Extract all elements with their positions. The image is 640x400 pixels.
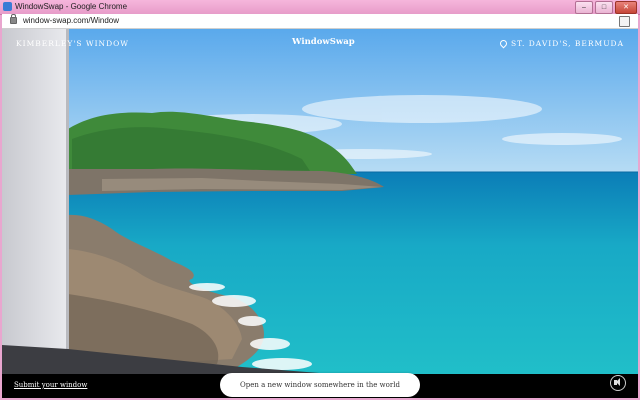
- site-favicon-icon: [3, 2, 12, 11]
- page-viewport: KIMBERLEY'S WINDOW WindowSwap ST. DAVID'…: [2, 29, 638, 398]
- browser-titlebar: WindowSwap - Google Chrome – □ ✕: [0, 0, 640, 15]
- close-button[interactable]: ✕: [615, 1, 637, 14]
- location-text: ST. DAVID'S, BERMUDA: [510, 39, 624, 48]
- location-label: ST. DAVID'S, BERMUDA: [498, 38, 624, 49]
- map-pin-icon: [498, 38, 509, 49]
- lock-icon: [10, 14, 17, 24]
- window-controls: – □ ✕: [575, 1, 637, 14]
- minimize-button[interactable]: –: [575, 1, 593, 14]
- brand-logo[interactable]: WindowSwap: [292, 37, 355, 47]
- top-nav: KIMBERLEY'S WINDOW WindowSwap ST. DAVID'…: [2, 29, 638, 57]
- extension-icon[interactable]: [619, 16, 630, 27]
- url-text[interactable]: window-swap.com/Window: [23, 15, 119, 27]
- open-new-window-button[interactable]: Open a new window somewhere in the world: [220, 373, 420, 397]
- maximize-button[interactable]: □: [595, 1, 613, 14]
- window-owner-label: KIMBERLEY'S WINDOW: [16, 39, 129, 48]
- submit-window-link[interactable]: Submit your window: [14, 381, 87, 389]
- window-view-scene: [2, 29, 638, 382]
- window-title: WindowSwap - Google Chrome: [15, 2, 128, 11]
- address-bar[interactable]: window-swap.com/Window: [2, 14, 638, 29]
- speaker-icon[interactable]: [610, 375, 626, 391]
- window-wall: [2, 29, 68, 349]
